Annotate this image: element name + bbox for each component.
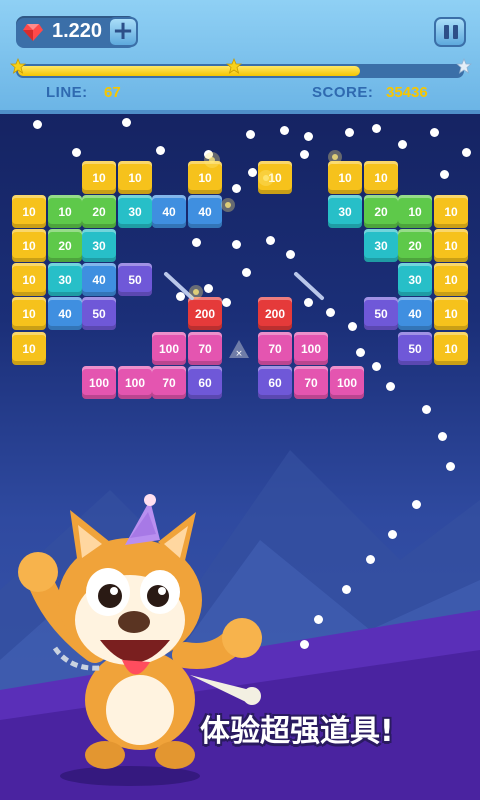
brick: 10 [12,332,46,365]
ball [412,500,421,509]
brick: 70 [188,332,222,365]
brick: 100 [118,366,152,399]
star-icon [456,58,472,74]
brick: 100 [152,332,186,365]
pause-button[interactable] [434,17,466,47]
ball [356,348,365,357]
gem-count: 1.220 [52,20,103,42]
line-label: LINE: [46,84,88,101]
ball [438,432,447,441]
ball [342,585,351,594]
top-hud: 1.220 + LINE: 67 SCORE: 35436 [0,0,480,114]
ball [300,640,309,649]
ball [372,362,381,371]
score-value: 35436 [386,84,428,101]
ball [386,382,395,391]
brick: 100 [330,366,364,399]
svg-text:×: × [235,349,243,359]
ball [366,555,375,564]
game-stage: 10 10 10 10 10 10 10 10 20 30 40 40 30 20 10 10 10 20 30 30… [0,0,480,800]
brick: 60 [188,366,222,399]
brick: 70 [294,366,328,399]
pause-icon [444,25,449,39]
score-label: SCORE: [312,84,374,101]
brick: 70 [258,332,292,365]
level-progress-fill [18,66,360,76]
promo-slogan: 体验超强道具! [200,714,394,749]
ball [446,462,455,471]
brick: 70 [152,366,186,399]
ball [314,615,323,624]
ball [388,530,397,539]
ball [422,405,431,414]
star-icon [10,58,26,74]
brick: 50 [398,332,432,365]
brick: 100 [82,366,116,399]
brick: 60 [258,366,292,399]
red-gem-icon [23,24,43,41]
add-gems-button[interactable]: + [108,17,138,47]
brick: 10 [434,332,468,365]
star-icon [226,58,242,74]
ball [348,322,357,331]
pause-icon-bar [453,25,458,39]
line-value: 67 [104,84,121,101]
brick: 100 [294,332,328,365]
triangle-launcher-icon: × [229,340,249,359]
